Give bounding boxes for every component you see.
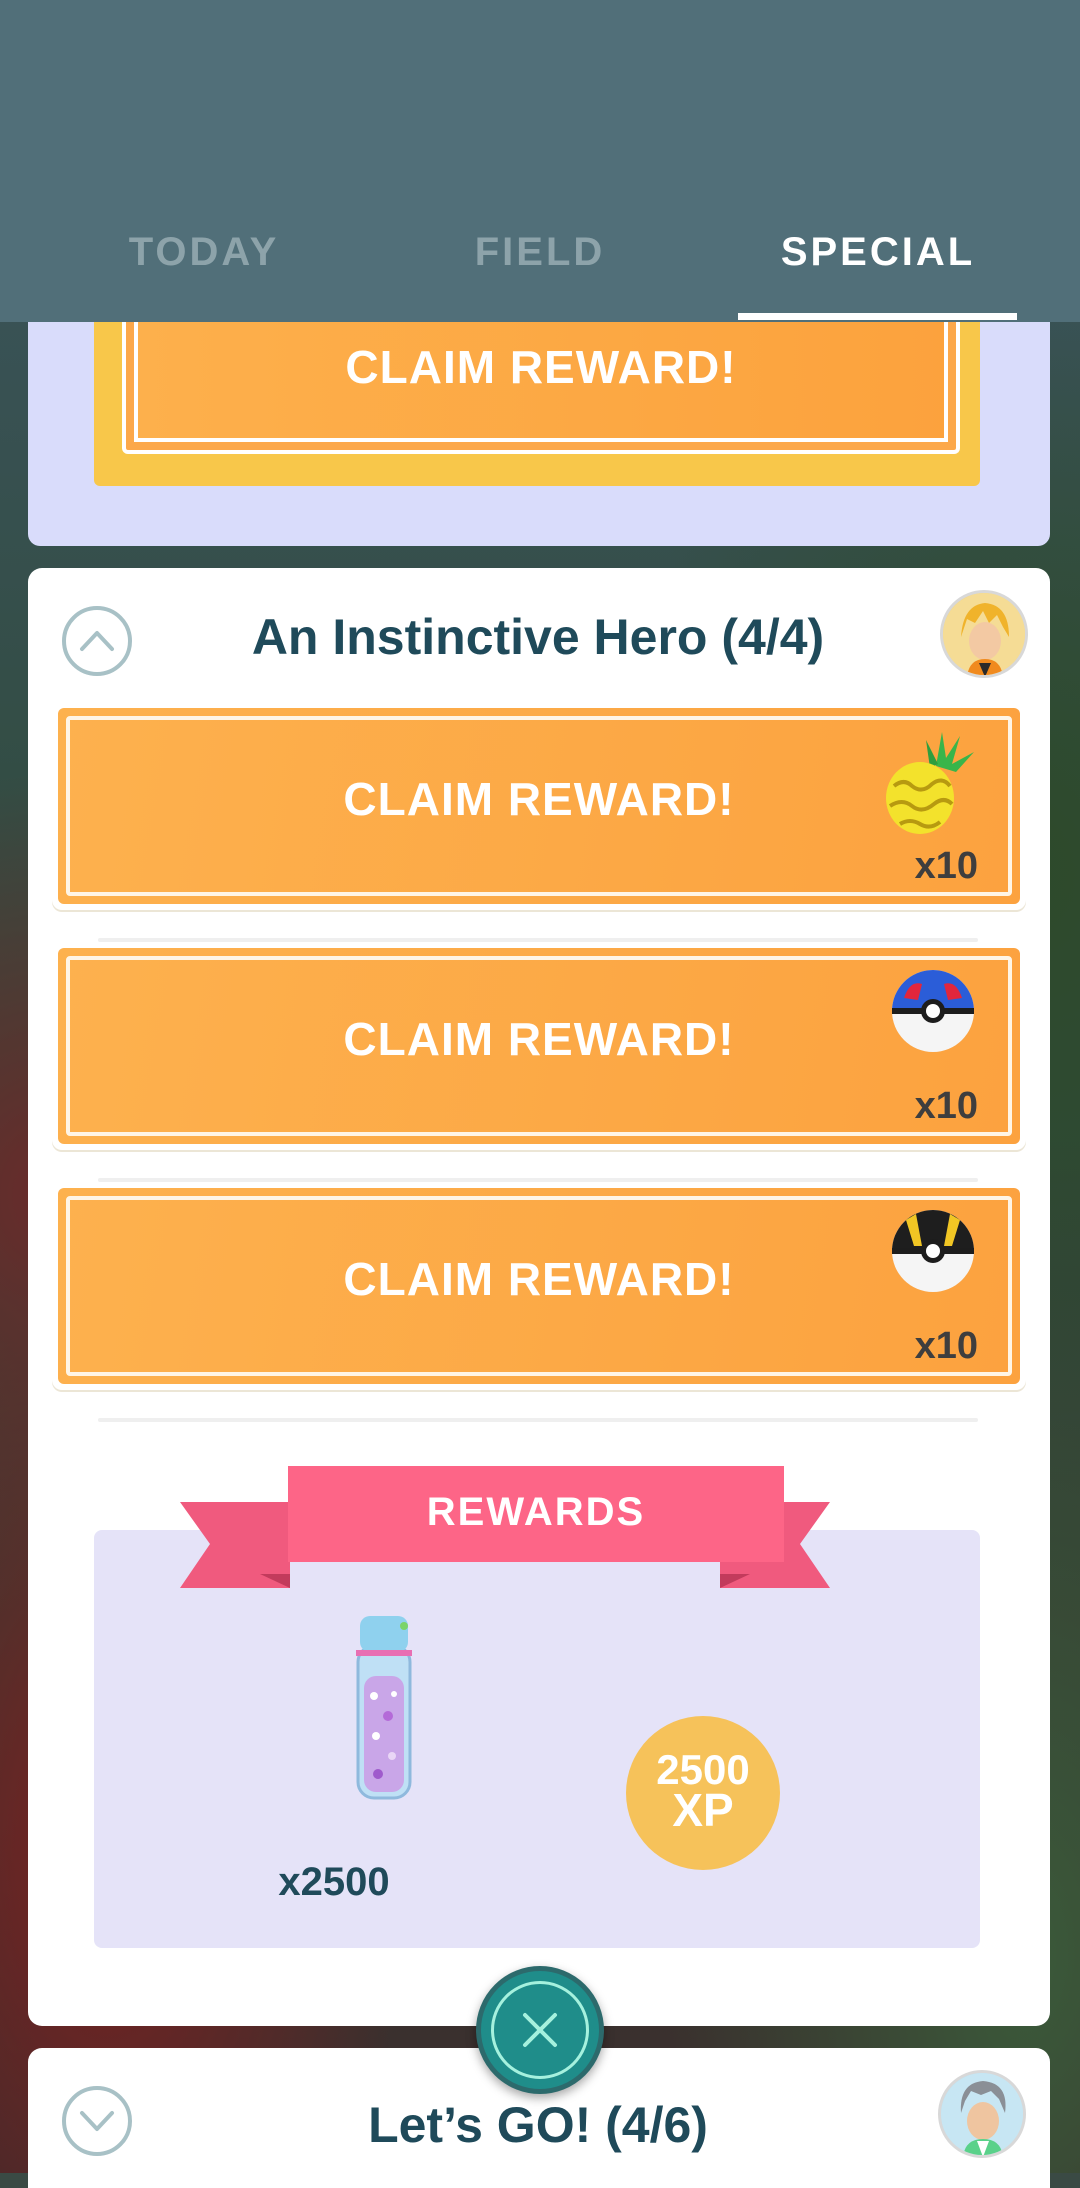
research-title: An Instinctive Hero (4/4) — [251, 609, 825, 665]
claim-reward-button-3[interactable]: CLAIM REWARD! x10 — [52, 1182, 1026, 1390]
reward-quantity: x10 — [914, 1085, 978, 1127]
task-divider — [98, 1418, 978, 1422]
reward-quantity: x10 — [914, 845, 978, 887]
close-button[interactable] — [476, 1966, 604, 2094]
claim-reward-button-1[interactable]: CLAIM REWARD! x10 — [52, 702, 1026, 910]
header-bar: TODAY FIELD SPECIAL — [0, 0, 1080, 322]
collapse-button[interactable] — [62, 606, 132, 676]
tab-field[interactable]: FIELD — [400, 220, 680, 320]
stardust-quantity: x2500 — [278, 1860, 390, 1904]
claim-reward-label: CLAIM REWARD! — [345, 341, 737, 393]
close-icon — [523, 2013, 557, 2047]
tab-today[interactable]: TODAY — [64, 220, 344, 320]
research-card-previous: CLAIM REWARD! — [28, 300, 1050, 546]
research-title: Let’s GO! (4/6) — [368, 2097, 708, 2153]
ultra-ball-icon — [890, 1208, 976, 1299]
claim-reward-label: CLAIM REWARD! — [343, 1013, 735, 1065]
claim-reward-button-previous[interactable]: CLAIM REWARD! — [122, 300, 960, 454]
xp-unit: XP — [672, 1784, 734, 1836]
rewards-panel: x2500 2500 XP — [94, 1530, 980, 1948]
golden-pinap-berry-icon — [880, 728, 976, 843]
expand-button[interactable] — [62, 2086, 132, 2156]
spark-avatar-icon — [940, 590, 1028, 678]
tab-bar: TODAY FIELD SPECIAL — [0, 220, 1080, 320]
active-tab-indicator — [738, 313, 1017, 320]
chevron-up-icon — [80, 631, 114, 651]
tab-special[interactable]: SPECIAL — [738, 220, 1018, 320]
rewards-ribbon: REWARDS — [180, 1466, 858, 1588]
great-ball-icon — [890, 968, 976, 1059]
rewards-label: REWARDS — [426, 1490, 646, 1534]
professor-willow-avatar-icon — [938, 2070, 1026, 2158]
claim-reward-label: CLAIM REWARD! — [343, 1253, 735, 1305]
stardust-icon — [354, 1616, 414, 1807]
ribbon-banner: REWARDS — [288, 1466, 784, 1562]
reward-quantity: x10 — [914, 1325, 978, 1367]
research-card-instinctive-hero: An Instinctive Hero (4/4) CLAIM REWARD! … — [28, 568, 1050, 2026]
claim-reward-button-2[interactable]: CLAIM REWARD! x10 — [52, 942, 1026, 1150]
xp-reward-badge: 2500 XP — [626, 1716, 780, 1870]
chevron-down-icon — [80, 2111, 114, 2131]
